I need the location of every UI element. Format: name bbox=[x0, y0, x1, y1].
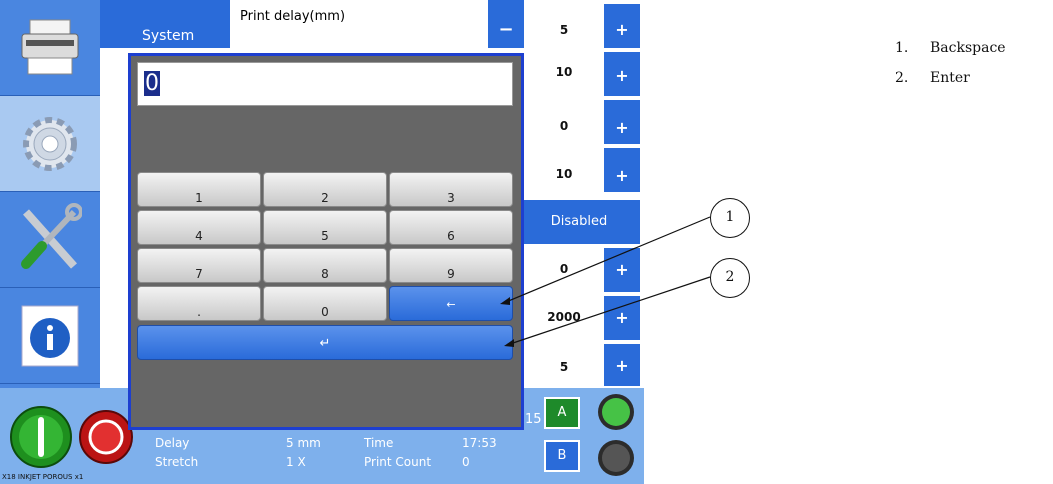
legend-label: Enter bbox=[930, 70, 970, 86]
legend-item: 1. Backspace bbox=[895, 40, 1006, 70]
legend-label: Backspace bbox=[930, 40, 1006, 56]
callout-1: 1 bbox=[710, 198, 750, 238]
callout-2: 2 bbox=[710, 258, 750, 298]
legend-item: 2. Enter bbox=[895, 70, 1006, 100]
callout-line-2 bbox=[509, 276, 711, 345]
callout-arrowhead-2 bbox=[504, 339, 514, 347]
legend: 1. Backspace 2. Enter bbox=[895, 40, 1006, 100]
legend-number: 2. bbox=[895, 70, 909, 86]
legend-number: 1. bbox=[895, 40, 909, 56]
callout-arrowhead-1 bbox=[500, 297, 510, 305]
callout-line-1 bbox=[505, 216, 711, 303]
